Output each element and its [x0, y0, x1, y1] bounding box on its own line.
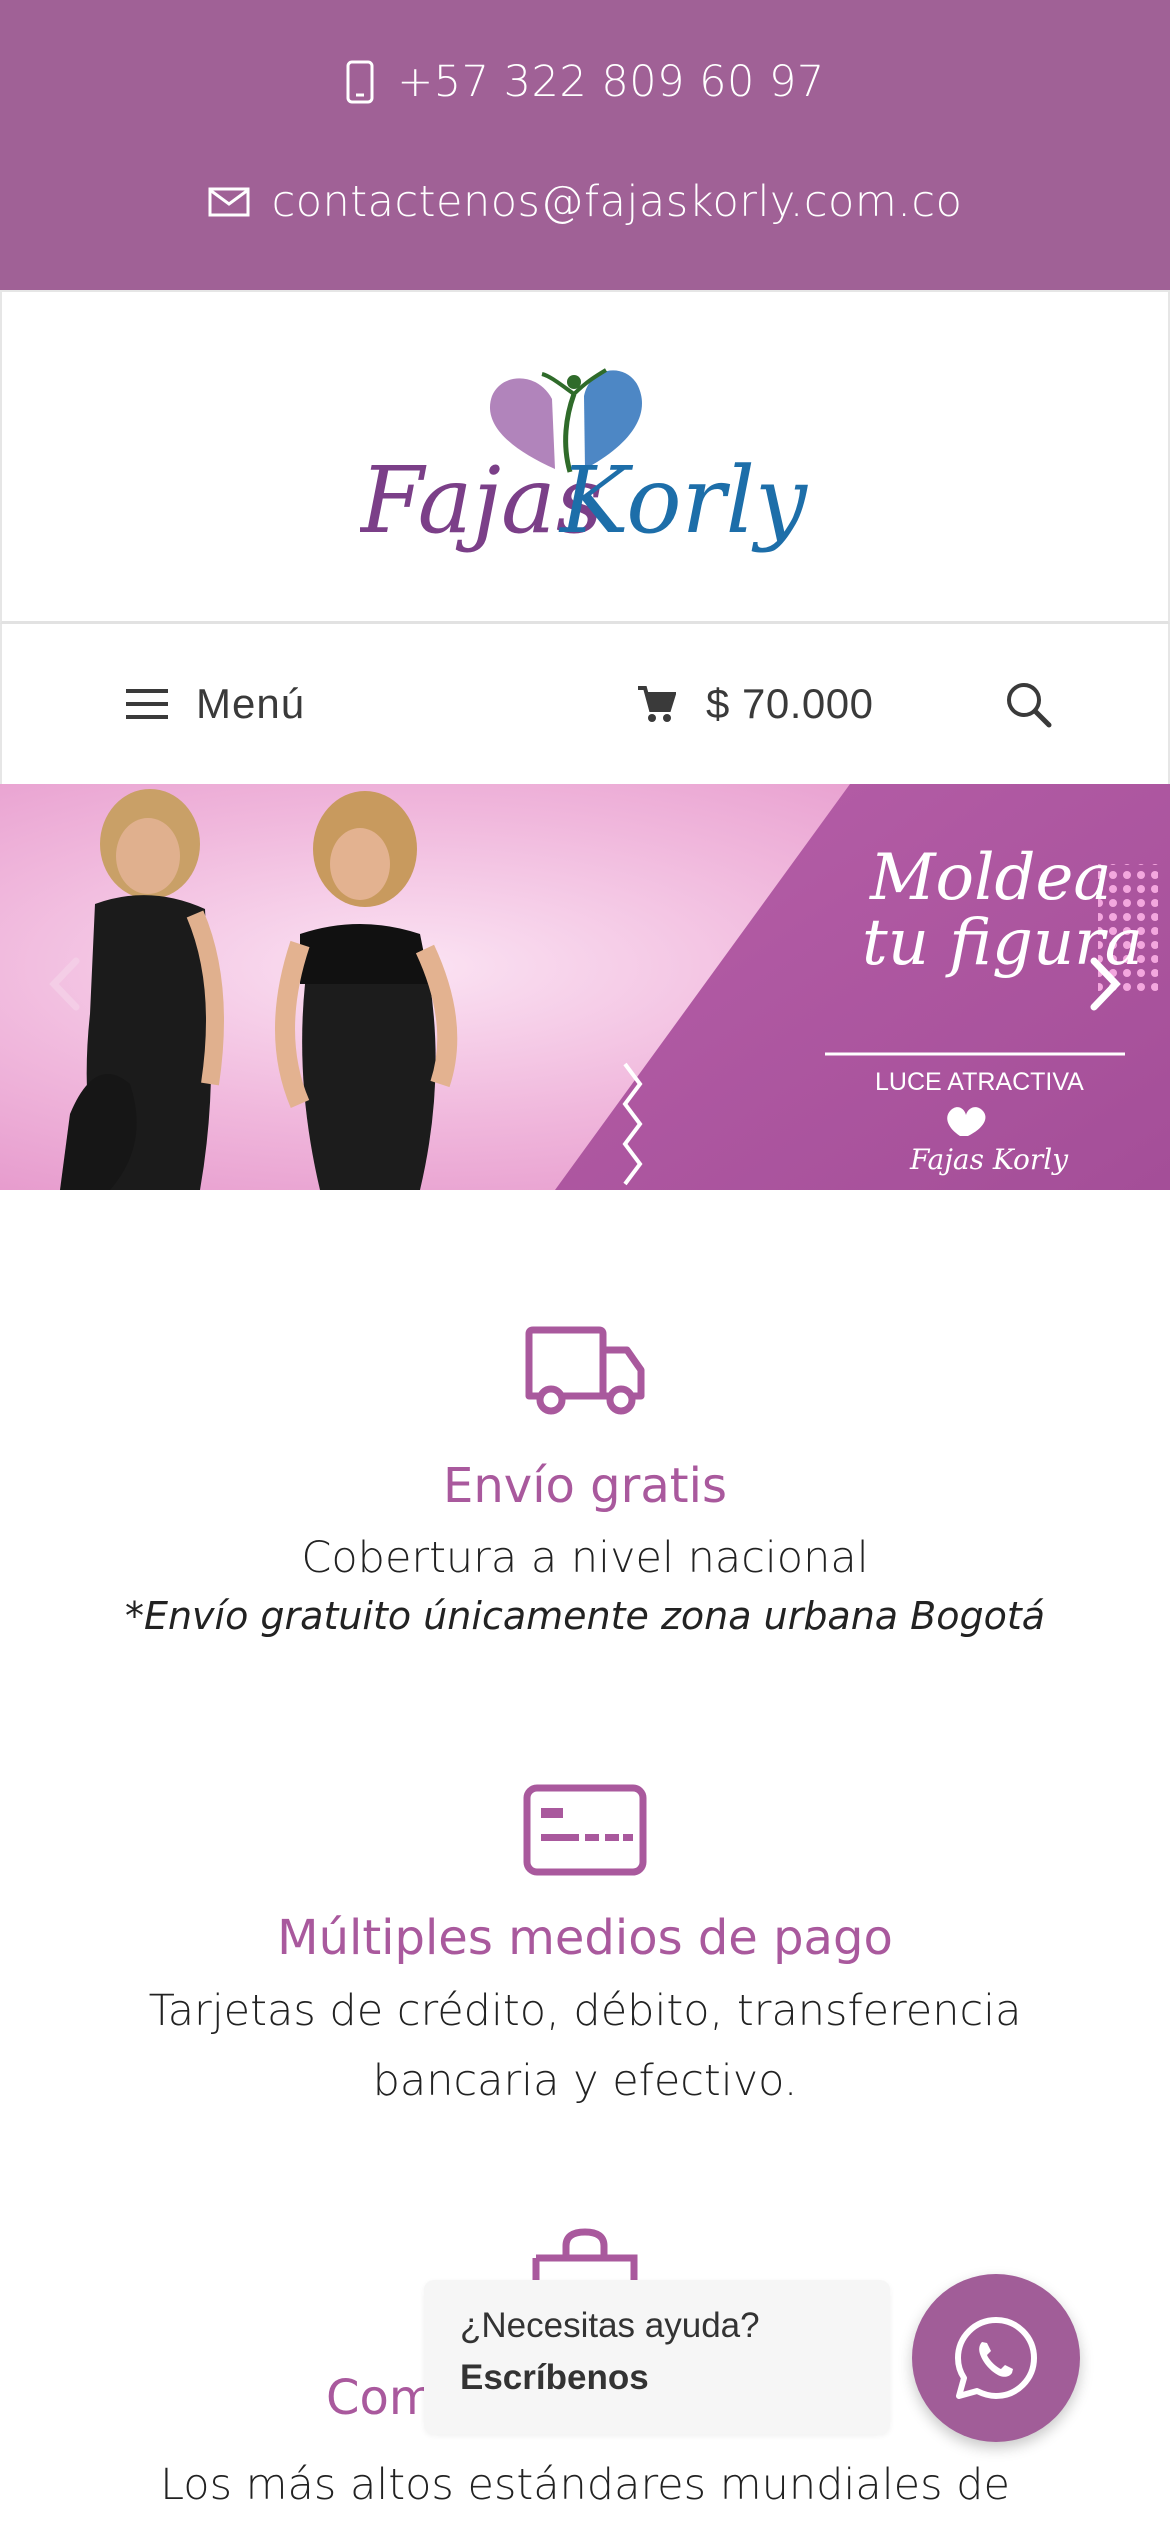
chat-prompt[interactable]: ¿Necesitas ayuda? Escríbenos	[424, 2280, 890, 2434]
menu-label: Menú	[196, 680, 306, 727]
chat-question: ¿Necesitas ayuda?	[460, 2306, 760, 2345]
chevron-right-icon[interactable]	[1074, 949, 1134, 1019]
hero-carousel[interactable]: Moldea tu figura LUCE ATRACTIVA Fajas Ko…	[0, 784, 1170, 1190]
cart-icon	[638, 686, 676, 722]
chat-cta: Escríbenos	[460, 2358, 649, 2397]
feature-title: Com	[326, 2370, 436, 2426]
whatsapp-button[interactable]	[912, 2274, 1080, 2442]
header-logo-area: Fajas Korly	[0, 290, 1170, 624]
contact-bar: +57 322 809 60 97 contactenos@fajaskorly…	[0, 0, 1170, 290]
phone-number: +57 322 809 60 97	[397, 57, 825, 107]
feature-description: Cobertura a nivel nacional	[301, 1533, 869, 1583]
feature-note: *Envío gratuito únicamente zona urbana B…	[124, 1594, 1046, 1638]
credit-card-icon	[523, 1784, 647, 1876]
feature-description: Tarjetas de crédito, débito, transferenc…	[148, 1986, 1022, 2106]
phone-icon	[346, 60, 374, 104]
email-link[interactable]: contactenos@fajaskorly.com.co	[0, 172, 1170, 232]
banner-headline-1: Moldea	[869, 841, 1112, 915]
site-logo[interactable]: Fajas Korly	[360, 354, 810, 564]
feature-free-shipping: Envío gratis Cobertura a nivel nacional …	[0, 1326, 1170, 1638]
cart-total: $ 70.000	[706, 680, 874, 727]
hamburger-icon	[126, 689, 168, 719]
feature-title: Múltiples medios de pago	[277, 1910, 893, 1966]
search-icon[interactable]	[1004, 680, 1054, 730]
envelope-icon	[208, 187, 250, 217]
main-navbar: Menú $ 70.000	[0, 624, 1170, 784]
feature-payment-methods: Múltiples medios de pago Tarjetas de cré…	[0, 1784, 1170, 2116]
logo-right-word: Korly	[558, 447, 808, 554]
hero-slide-image: Moldea tu figura LUCE ATRACTIVA Fajas Ko…	[0, 784, 1170, 1190]
feature-description: Los más altos estándares mundiales de se…	[160, 2460, 1010, 2532]
shopping-bag-icon	[532, 2228, 638, 2288]
email-address: contactenos@fajaskorly.com.co	[271, 177, 963, 227]
feature-title: Envío gratis	[443, 1458, 727, 1514]
menu-toggle[interactable]: Menú	[126, 674, 305, 734]
banner-brand: Fajas Korly	[909, 1143, 1069, 1176]
truck-icon	[525, 1326, 645, 1415]
banner-tagline: LUCE ATRACTIVA	[875, 1068, 1084, 1096]
whatsapp-icon	[955, 2317, 1037, 2399]
cart-link[interactable]: $ 70.000	[636, 674, 874, 734]
phone-link[interactable]: +57 322 809 60 97	[0, 52, 1170, 112]
chevron-left-icon[interactable]	[36, 949, 96, 1019]
